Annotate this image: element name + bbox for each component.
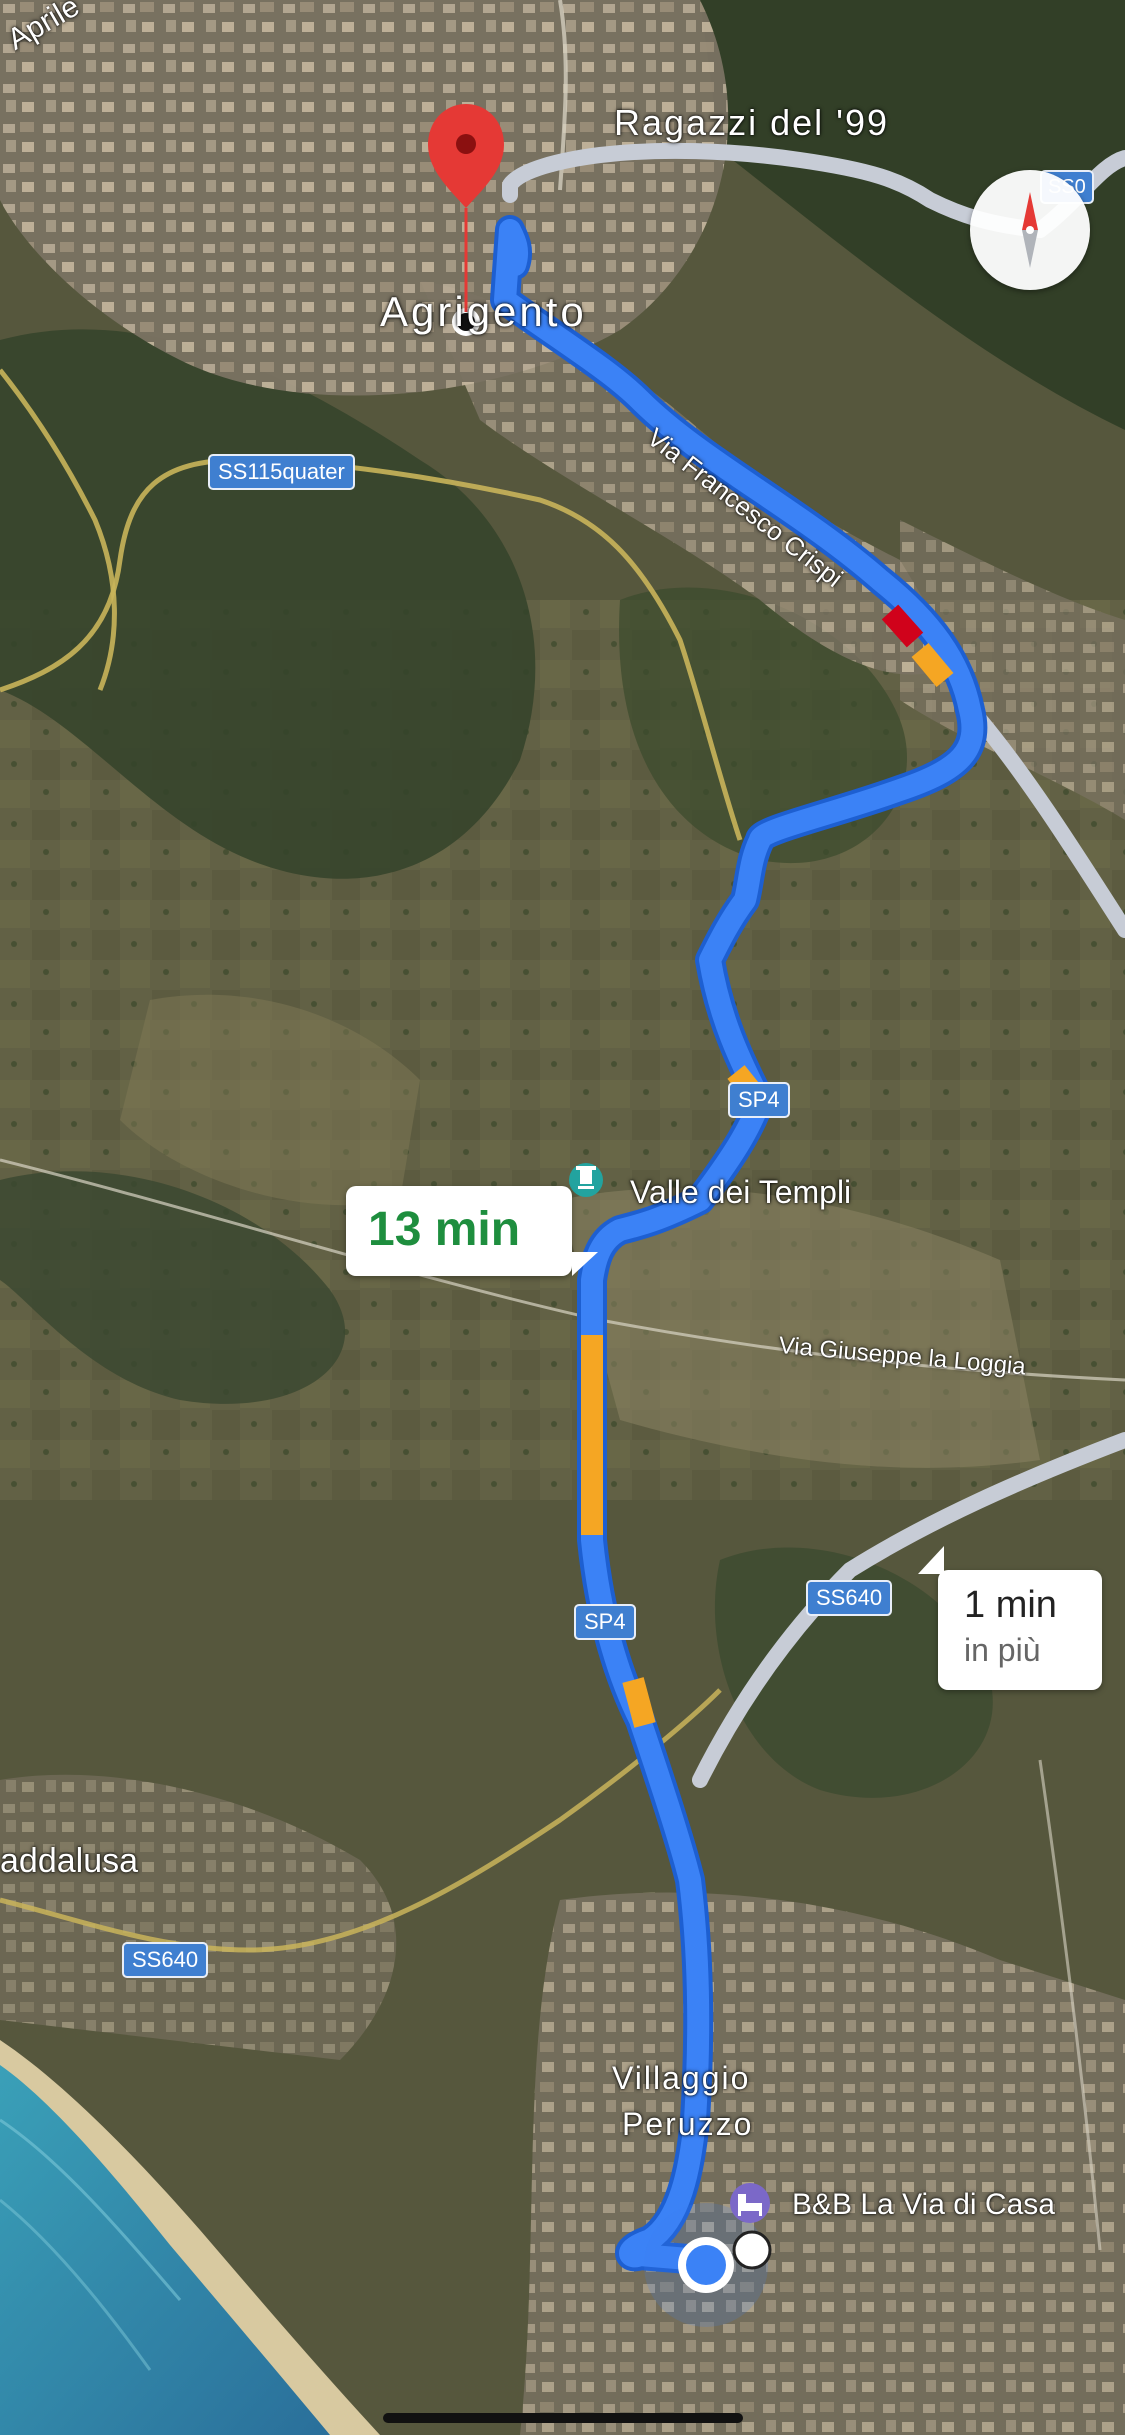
route-time-label: 13 min bbox=[368, 1203, 521, 1256]
place-label-maddalusa: addalusa bbox=[0, 1842, 139, 1880]
place-label-peruzzo: Peruzzo bbox=[622, 2106, 754, 2142]
place-label-villaggio: Villaggio bbox=[612, 2060, 751, 2096]
route-time-callout-tail bbox=[572, 1252, 598, 1276]
road-shield-sp4: SP4 bbox=[728, 1082, 790, 1118]
road-label-ragazzi: Ragazzi del '99 bbox=[614, 102, 890, 143]
poi-label-bnb[interactable]: B&B La Via di Casa bbox=[792, 2188, 1055, 2222]
route-time-callout[interactable]: 13 min bbox=[346, 1186, 572, 1276]
monument-icon[interactable] bbox=[569, 1163, 603, 1197]
road-shield-ss640: SS640 bbox=[806, 1580, 893, 1616]
place-label-valle-dei-templi: Valle dei Templi bbox=[630, 1174, 852, 1210]
home-indicator bbox=[383, 2413, 743, 2423]
bed-icon[interactable] bbox=[730, 2183, 770, 2223]
city-label-agrigento: Agrigento bbox=[380, 288, 587, 335]
traffic-moderate-segment bbox=[622, 1677, 656, 1728]
road-shield-sp4: SP4 bbox=[574, 1604, 636, 1640]
road-shield-ss115quater: SS115quater bbox=[208, 454, 355, 490]
alt-route-time-label: 1 min bbox=[964, 1584, 1057, 1626]
alt-route-note-label: in più bbox=[964, 1632, 1041, 1668]
alt-route-callout-tail bbox=[918, 1546, 944, 1574]
alt-route-callout[interactable]: 1 min in più bbox=[938, 1570, 1102, 1690]
compass-icon[interactable] bbox=[970, 170, 1090, 290]
road-shield-ss640: SS640 bbox=[122, 1942, 209, 1978]
